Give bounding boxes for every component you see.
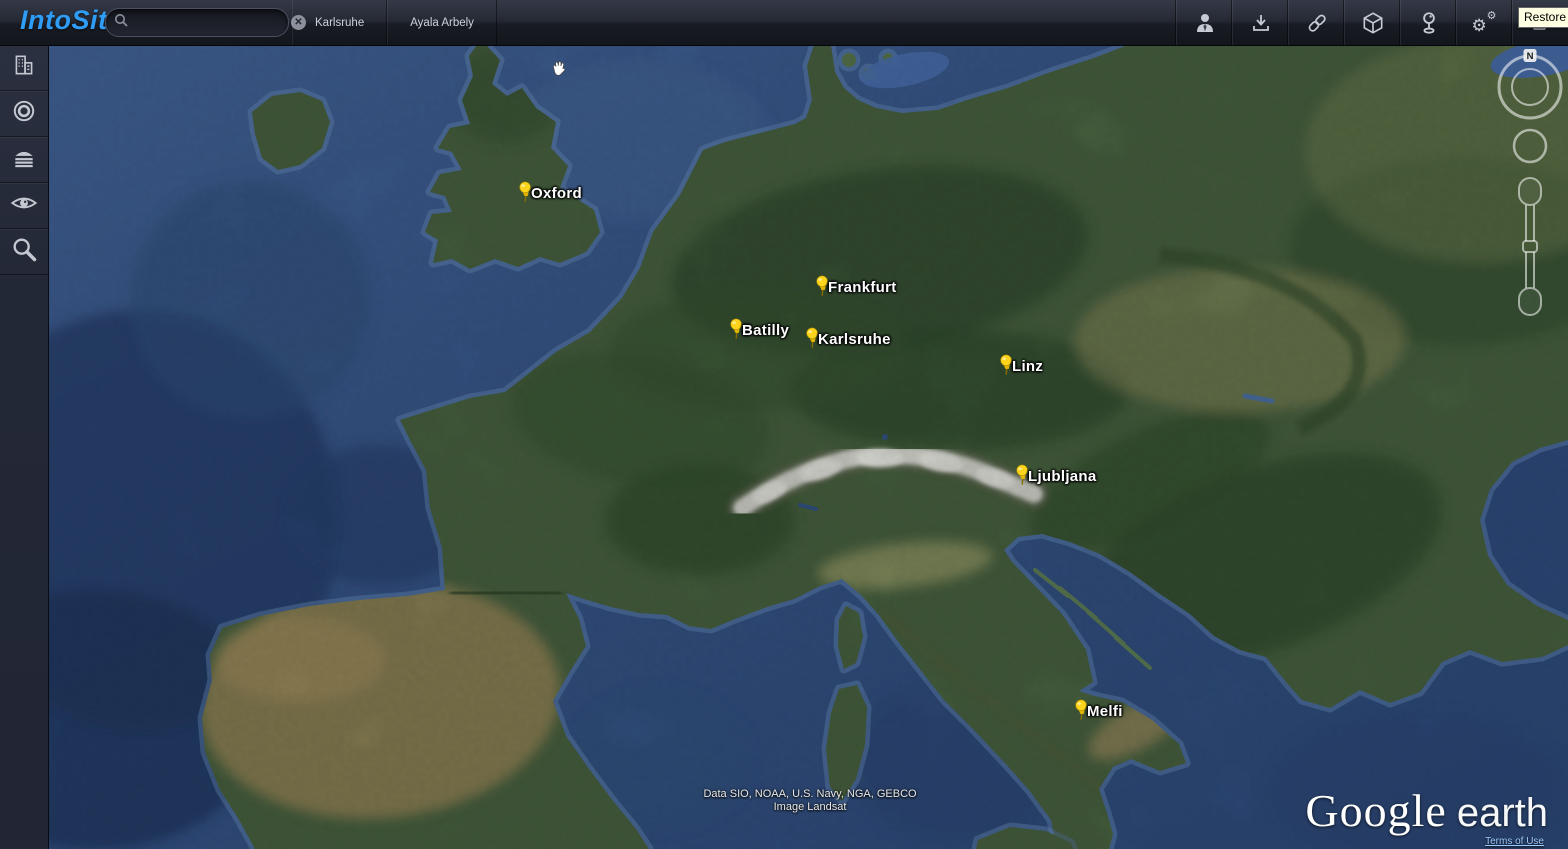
target-circles-icon (11, 98, 37, 129)
settings-gears-icon[interactable]: ⚙ ⚙ (1456, 0, 1512, 45)
compass-north-label: N (1527, 51, 1534, 62)
buildings-icon (11, 52, 37, 83)
pin-label: Linz (1012, 358, 1044, 375)
sidebar-item-search[interactable] (0, 229, 48, 275)
earth-nav-controls[interactable]: N (1494, 48, 1566, 338)
search-icon (114, 13, 128, 32)
pin-label: Melfi (1087, 703, 1123, 720)
satellite-map (48, 45, 1568, 849)
eye-icon (10, 189, 38, 222)
download-icon[interactable] (1232, 0, 1288, 45)
placemark-pin-icon[interactable] (1400, 0, 1456, 45)
search-input[interactable] (128, 15, 291, 30)
left-sidebar (0, 45, 49, 849)
search-box[interactable]: ✕ (105, 8, 306, 37)
cube-icon[interactable] (1344, 0, 1400, 45)
pin-label: Oxford (531, 185, 582, 202)
app-window: IntoSite ✕ Karlsruhe Ayala Arbely ⚙ ⚙ Re… (0, 0, 1568, 849)
zoom-slider-handle (1522, 240, 1538, 253)
tab-ayala-arbely[interactable]: Ayala Arbely (387, 0, 497, 45)
terms-of-use-link[interactable]: Terms of Use (1485, 836, 1544, 847)
map-viewport[interactable] (48, 45, 1568, 849)
pin-label: Karlsruhe (818, 331, 891, 348)
topbar-icon-strip: ⚙ ⚙ (1176, 0, 1568, 45)
zoom-in-button (1518, 177, 1542, 206)
link-icon[interactable] (1288, 0, 1344, 45)
user-icon[interactable] (1176, 0, 1232, 45)
sidebar-item-visibility[interactable] (0, 183, 48, 229)
pin-label: Batilly (742, 322, 790, 339)
zoom-out-button (1518, 287, 1542, 316)
restore-down-tooltip: Restore Do (1518, 7, 1568, 28)
pin-label: Frankfurt (828, 279, 897, 296)
tab-karlsruhe[interactable]: Karlsruhe (292, 0, 388, 45)
top-bar: IntoSite ✕ Karlsruhe Ayala Arbely ⚙ ⚙ (0, 0, 1568, 46)
sidebar-item-layers[interactable] (0, 137, 48, 183)
look-ring (1512, 128, 1548, 164)
compass-ring (1497, 54, 1563, 120)
sidebar-item-buildings[interactable] (0, 45, 48, 91)
layers-icon (11, 144, 37, 175)
search-icon (10, 235, 38, 268)
topbar-tabs: Karlsruhe Ayala Arbely (292, 0, 497, 45)
pin-label: Ljubljana (1028, 468, 1097, 485)
sidebar-item-target[interactable] (0, 91, 48, 137)
